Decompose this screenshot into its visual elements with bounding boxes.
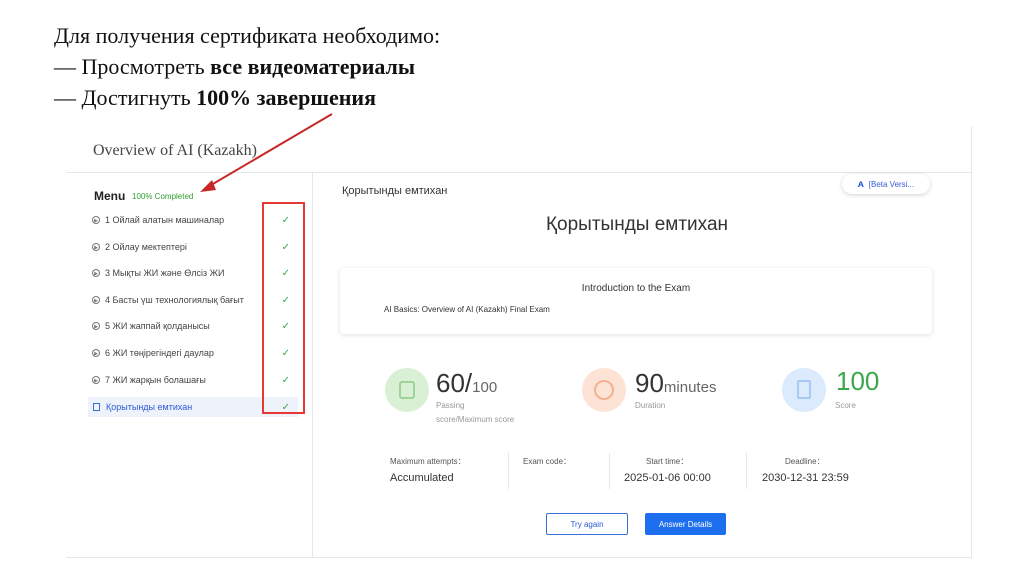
- slide-line-2: — Просмотреть все видеоматериалы: [54, 51, 440, 82]
- answer-details-button[interactable]: Answer Details: [645, 513, 726, 535]
- play-icon: ▶: [92, 376, 100, 384]
- menu-title: Menu: [94, 189, 126, 203]
- intro-card: [340, 268, 932, 334]
- play-icon: ▶: [92, 349, 100, 357]
- play-icon: ▶: [92, 322, 100, 330]
- sidebar-item-label: Қорытынды емтихан: [106, 402, 193, 412]
- passing-score-max: 100: [472, 379, 498, 396]
- play-icon: ▶: [92, 216, 100, 224]
- score-big: 100: [836, 366, 880, 396]
- sidebar-item-label: 5 ЖИ жаппай қолданысы: [105, 321, 210, 331]
- start-time-value: 2025-01-06 00:00: [624, 472, 711, 484]
- duration-label: Duration: [635, 401, 666, 410]
- slide-line-2-prefix: — Просмотреть: [54, 54, 211, 79]
- duration-big: 90: [635, 368, 664, 398]
- try-again-button[interactable]: Try again: [546, 513, 628, 535]
- frame-bottom-edge: [66, 557, 972, 558]
- passing-score-icon: [385, 368, 429, 412]
- completion-badge: 100% Completed: [132, 192, 194, 201]
- document-icon: [93, 403, 100, 411]
- slide-line-2-bold: все видеоматериалы: [210, 54, 416, 79]
- play-icon: ▶: [92, 243, 100, 251]
- info-divider: [609, 453, 610, 489]
- score-value: 100: [836, 366, 879, 397]
- sidebar-item-label: 3 Мықты ЖИ және Өлсіз ЖИ: [105, 268, 225, 278]
- slide-line-3-bold: 100% завершения: [196, 85, 376, 110]
- attempts-value: Accumulated: [390, 472, 454, 484]
- breadcrumb: Қорытынды емтихан: [342, 185, 448, 197]
- play-icon: ▶: [92, 296, 100, 304]
- slide-line-3-prefix: — Достигнуть: [54, 85, 197, 110]
- sidebar-item-label: 7 ЖИ жарқын болашағы: [105, 375, 206, 385]
- score-icon: [782, 368, 826, 412]
- info-divider: [746, 453, 747, 489]
- slide-line-1: Для получения сертификата необходимо:: [54, 23, 441, 48]
- intro-title: Introduction to the Exam: [581, 283, 691, 294]
- attempts-label: Maximum attempts：: [390, 457, 466, 466]
- passing-label-line-2: score/Maximum score: [436, 415, 515, 424]
- exam-code-label: Exam code：: [523, 457, 572, 466]
- passing-label-line-1: Passing: [436, 401, 465, 410]
- duration-unit: minutes: [663, 379, 717, 396]
- annotation-highlight-box: [262, 202, 305, 414]
- play-icon: ▶: [92, 269, 100, 277]
- sidebar-item-label: 1 Ойлай алатын машиналар: [105, 215, 225, 225]
- sidebar-item-label: 2 Ойлау мектептері: [105, 242, 187, 252]
- beta-version-button[interactable]: ᴀ [Beta Versi...: [842, 174, 930, 194]
- passing-score-value: 60/100: [436, 368, 497, 399]
- sidebar-item-label: 6 ЖИ төңірегіндегі даулар: [105, 348, 214, 358]
- sidebar-divider: [312, 173, 313, 558]
- intro-subtitle: AI Basics: Overview of AI (Kazakh) Final…: [384, 305, 550, 314]
- start-time-label: Start time：: [646, 457, 689, 466]
- deadline-label: Deadline：: [785, 457, 825, 466]
- passing-score-label: Passing score/Maximum score: [436, 399, 514, 427]
- deadline-value: 2030-12-31 23:59: [762, 472, 849, 484]
- annotation-arrow: [200, 113, 333, 192]
- duration-value: 90minutes: [635, 368, 716, 399]
- beta-label: [Beta Versi...: [868, 179, 915, 189]
- passing-score-big: 60/: [436, 368, 473, 398]
- frame-right-edge: [971, 126, 972, 558]
- sidebar-item-label: 4 Басты үш технологиялық бағыт: [105, 295, 244, 305]
- info-divider: [508, 453, 509, 489]
- beta-logo-icon: ᴀ: [857, 178, 864, 190]
- clock-icon: [582, 368, 626, 412]
- slide-heading: Для получения сертификата необходимо: — …: [54, 20, 440, 113]
- score-label: Score: [835, 401, 856, 410]
- page-title: Қорытынды емтихан: [545, 214, 729, 235]
